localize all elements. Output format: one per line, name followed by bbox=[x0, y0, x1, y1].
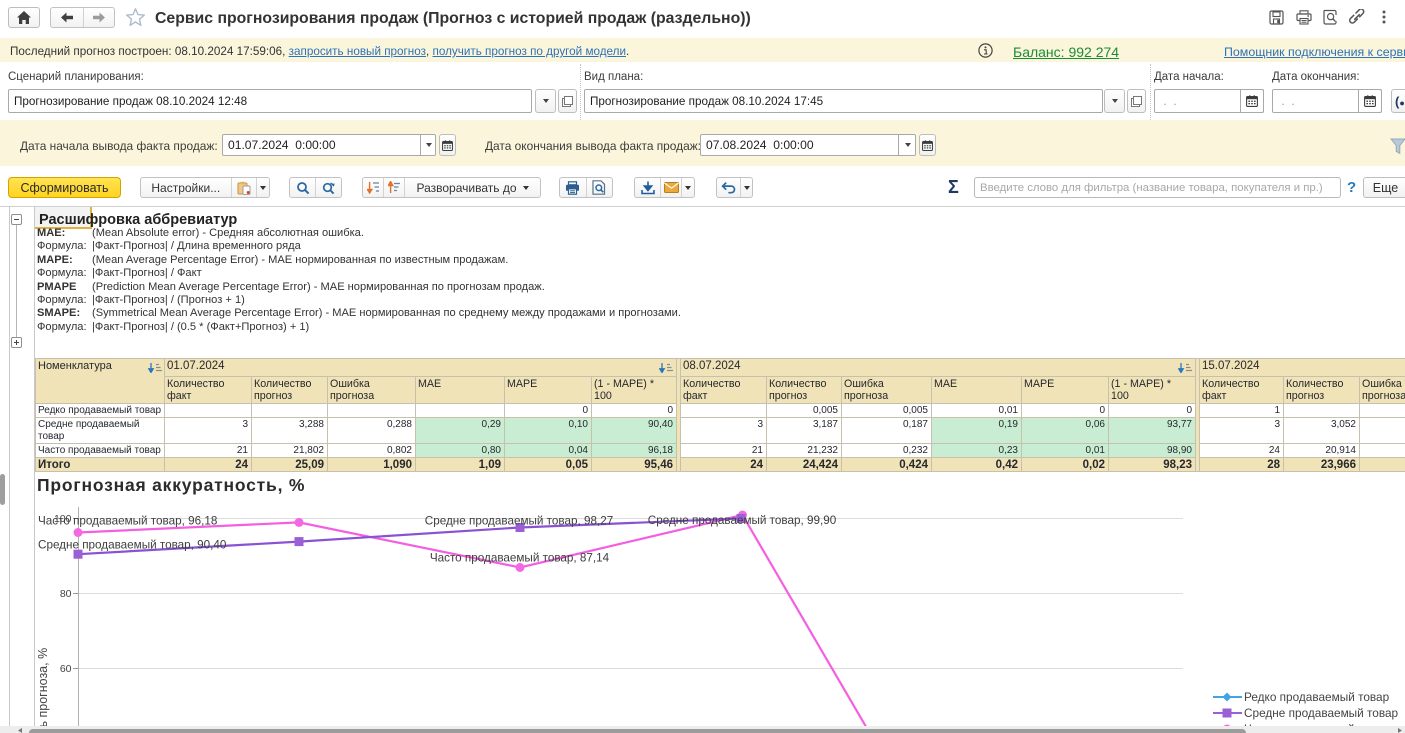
svg-text:Редко продаваемый товар: Редко продаваемый товар bbox=[1244, 690, 1390, 704]
svg-text:Средне продаваемый товар: Средне продаваемый товар bbox=[1244, 706, 1399, 720]
svg-text:Часто продаваемый товар, 96,18: Часто продаваемый товар, 96,18 bbox=[38, 514, 217, 527]
svg-text:Средне продаваемый товар, 99,9: Средне продаваемый товар, 99,90 bbox=[648, 514, 837, 527]
svg-text:Часто продаваемый товар, 87,14: Часто продаваемый товар, 87,14 bbox=[430, 552, 610, 565]
svg-text:80: 80 bbox=[60, 588, 72, 600]
svg-text:Средне продаваемый товар, 98,2: Средне продаваемый товар, 98,27 bbox=[425, 515, 613, 528]
svg-text:Средне продаваемый товар, 90,4: Средне продаваемый товар, 90,40 bbox=[38, 539, 227, 552]
svg-text:Точность прогноза, %: Точность прогноза, % bbox=[36, 648, 50, 733]
svg-text:60: 60 bbox=[60, 663, 72, 675]
